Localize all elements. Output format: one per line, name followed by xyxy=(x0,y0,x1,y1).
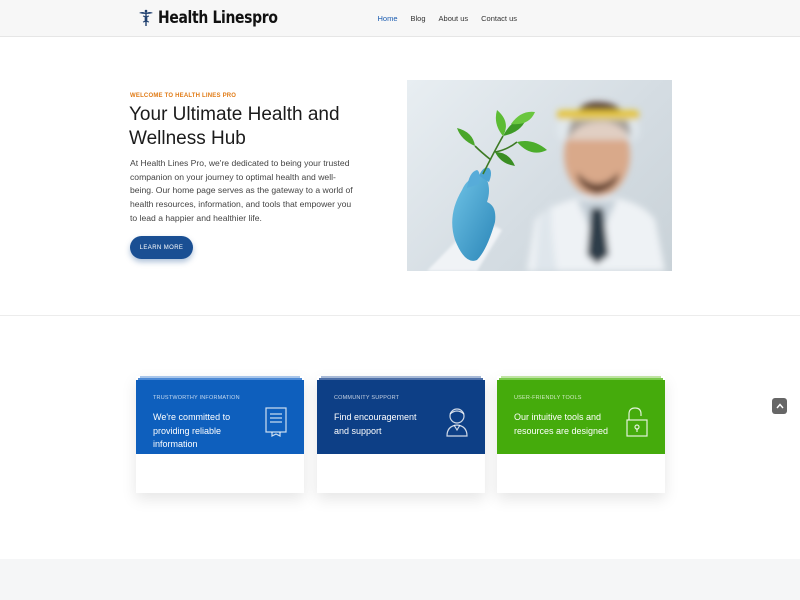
hero-title: Your Ultimate Health and Wellness Hub xyxy=(129,104,340,149)
caduceus-icon xyxy=(139,9,153,26)
nav-about-us[interactable]: About us xyxy=(439,14,469,23)
card-eyebrow: USER-FRIENDLY TOOLS xyxy=(514,395,582,401)
hero-body: At Health Lines Pro, we're dedicated to … xyxy=(130,158,353,223)
logo-text: Health Linespro xyxy=(158,8,278,28)
hero-image xyxy=(407,80,672,271)
unlock-icon xyxy=(626,407,648,437)
feature-card-community[interactable]: COMMUNITY SUPPORT Find encouragement and… xyxy=(317,376,485,493)
nav-blog[interactable]: Blog xyxy=(411,14,426,23)
main-nav: Home Blog About us Contact us xyxy=(378,0,518,37)
card-text: Find encouragement and support xyxy=(334,412,417,436)
card-header: USER-FRIENDLY TOOLS Our intuitive tools … xyxy=(497,380,665,454)
document-icon xyxy=(265,407,287,437)
scroll-to-top-button[interactable] xyxy=(772,398,787,414)
next-section-band xyxy=(0,559,800,600)
card-eyebrow: COMMUNITY SUPPORT xyxy=(334,395,400,401)
scientist-illustration xyxy=(427,101,665,271)
feature-card-tools[interactable]: USER-FRIENDLY TOOLS Our intuitive tools … xyxy=(497,376,665,493)
learn-more-button[interactable]: LEARN MORE xyxy=(130,236,193,259)
card-text: Our intuitive tools and resources are de… xyxy=(514,412,609,436)
card-eyebrow: TRUSTWORTHY INFORMATION xyxy=(153,395,240,401)
person-icon xyxy=(446,408,468,437)
section-divider xyxy=(0,315,800,316)
nav-home[interactable]: Home xyxy=(378,14,398,23)
card-header: COMMUNITY SUPPORT Find encouragement and… xyxy=(317,380,485,454)
chevron-up-icon xyxy=(775,403,784,409)
site-header: Health Linespro Home Blog About us Conta… xyxy=(0,0,800,37)
card-text: We're committed to providing reliable in… xyxy=(153,412,231,450)
hero-eyebrow: WELCOME TO HEALTH LINES PRO xyxy=(130,93,237,99)
card-header: TRUSTWORTHY INFORMATION We're committed … xyxy=(136,380,304,454)
site-logo[interactable]: Health Linespro xyxy=(138,6,304,30)
feature-card-trustworthy[interactable]: TRUSTWORTHY INFORMATION We're committed … xyxy=(136,376,304,493)
nav-contact-us[interactable]: Contact us xyxy=(481,14,517,23)
